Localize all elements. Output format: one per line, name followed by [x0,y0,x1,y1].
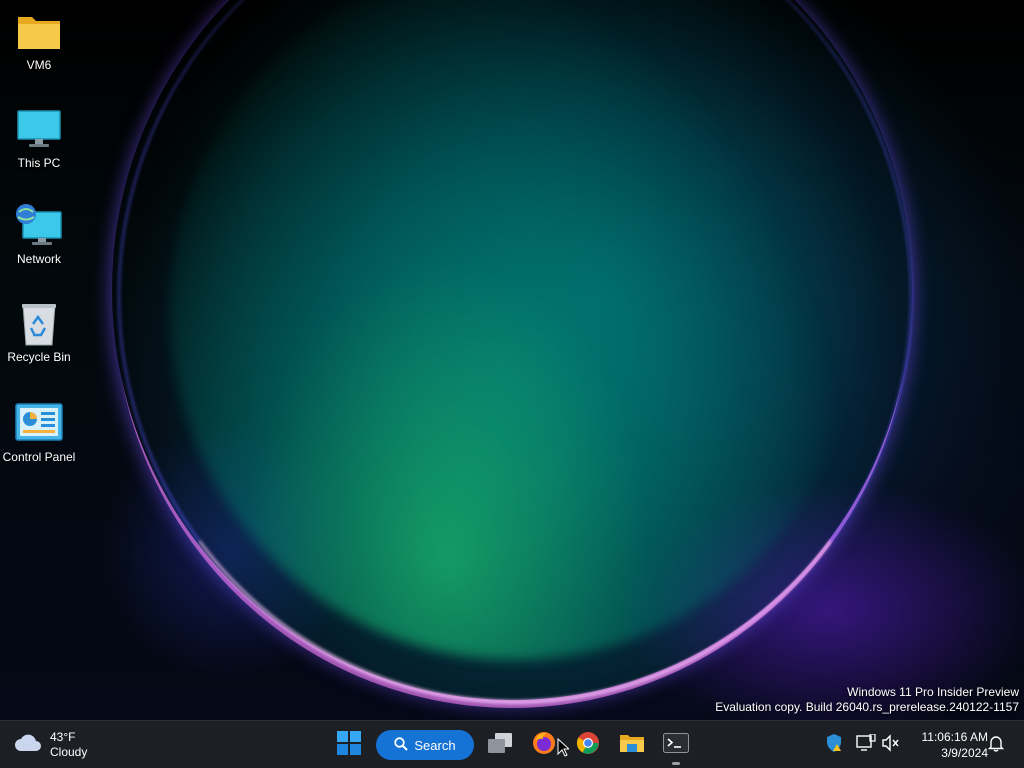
task-view-button[interactable] [482,727,518,763]
task-view-icon [487,732,513,759]
notifications-button[interactable] [986,735,1006,755]
terminal-icon [663,732,689,758]
desktop-icon-label: Control Panel [2,450,76,464]
recycle-bin-icon [15,302,63,346]
desktop-icon-control-panel[interactable]: Control Panel [0,402,78,464]
search-icon [394,736,414,754]
security-tray-button[interactable] [825,733,845,758]
running-indicator [672,762,680,765]
folder-icon [15,10,63,54]
network-tray-button[interactable] [856,732,876,757]
volume-muted-icon [881,733,901,757]
desktop-icon-label: VM6 [26,58,52,72]
folder-icon [619,732,645,759]
desktop-icon-label: Recycle Bin [7,350,71,364]
bell-icon [987,734,1005,757]
chrome-icon [576,731,600,760]
watermark-edition: Windows 11 Pro Insider Preview [847,685,1019,699]
windows-start-icon [337,730,361,760]
weather-temperature: 43°F [50,730,76,744]
desktop-icon-this-pc[interactable]: This PC [0,108,78,170]
taskbar: 43°F Cloudy Search 11:06:16 AM 3/9/2024 [0,720,1024,768]
desktop-icon-vm6[interactable]: VM6 [0,10,78,72]
start-button[interactable] [331,727,367,763]
clock-date: 3/9/2024 [941,746,988,760]
mouse-cursor [557,737,571,763]
search-button[interactable]: Search [376,730,474,760]
search-label: Search [414,737,456,753]
control-panel-icon [15,402,63,446]
desktop-icon-network[interactable]: Network [0,204,78,266]
file-explorer-button[interactable] [614,727,650,763]
security-shield-warning-icon [825,733,845,758]
cursor-arrow-icon [557,737,571,762]
chrome-button[interactable] [570,727,606,763]
clock-time: 11:06:16 AM [921,730,989,744]
desktop-icon-recycle-bin[interactable]: Recycle Bin [0,302,78,364]
network-icon [15,204,63,248]
firefox-icon [532,731,556,760]
watermark-build: Evaluation copy. Build 26040.rs_prerelea… [715,700,1019,714]
clock[interactable]: 11:06:16 AM 3/9/2024 [906,729,989,761]
network-display-icon [856,732,876,757]
monitor-icon [15,108,63,152]
cloud-icon [14,733,42,758]
desktop-icon-label: This PC [17,156,61,170]
weather-condition: Cloudy [50,745,88,759]
desktop-wallpaper [0,0,1024,720]
volume-tray-button[interactable] [881,733,901,757]
evaluation-watermark: Windows 11 Pro Insider Preview Evaluatio… [715,685,1019,715]
terminal-button[interactable] [658,727,694,765]
weather-widget[interactable]: 43°F Cloudy [14,729,87,761]
desktop-icon-label: Network [16,252,61,266]
